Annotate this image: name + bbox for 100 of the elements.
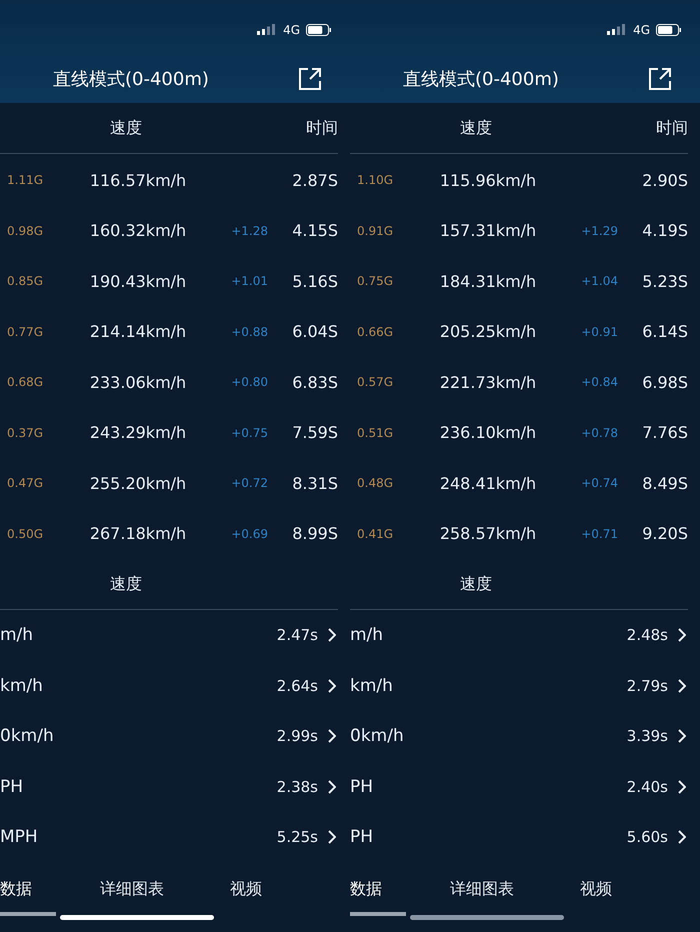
- tab[interactable]: 详细图表: [450, 872, 514, 916]
- g-force-value: 0.91G: [357, 224, 394, 238]
- speed-value: 258.57km/h: [438, 524, 538, 544]
- time-delta: +1.04: [581, 274, 618, 288]
- speed-value: 221.73km/h: [438, 372, 538, 392]
- chevron-right-icon[interactable]: [328, 729, 336, 744]
- time-value: 2.90S: [641, 170, 688, 190]
- share-icon[interactable]: [648, 67, 672, 91]
- g-force-value: 0.51G: [357, 426, 394, 440]
- split-label: PH: [350, 827, 374, 848]
- speed-value: 157.31km/h: [438, 221, 538, 240]
- g-force-value: 0.47G: [7, 476, 44, 490]
- speed-value: 243.29km/h: [88, 423, 188, 442]
- split-label: 0km/h: [350, 726, 404, 746]
- g-force-value: 0.77G: [7, 324, 44, 339]
- time-delta: +0.78: [581, 426, 618, 440]
- g-force-value: 0.48G: [357, 476, 394, 490]
- g-force-value: 1.10G: [357, 173, 394, 188]
- split-time: 2.48s: [626, 626, 668, 644]
- chevron-right-icon[interactable]: [678, 678, 686, 693]
- split-time: 2.99s: [276, 727, 318, 746]
- speed-value: 115.96km/h: [438, 170, 538, 190]
- time-delta: +0.74: [581, 476, 618, 490]
- g-force-value: 0.37G: [7, 426, 44, 440]
- battery-icon: [656, 24, 682, 36]
- split-label: 0km/h: [0, 726, 54, 746]
- time-delta: +0.75: [231, 426, 268, 440]
- split-label: km/h: [0, 676, 43, 696]
- g-force-value: 1.11G: [7, 173, 44, 188]
- g-force-value: 0.50G: [7, 526, 44, 541]
- tab[interactable]: 详细图表: [100, 872, 164, 916]
- tab[interactable]: 视频: [580, 872, 612, 916]
- column-header: 时间: [306, 118, 338, 138]
- time-delta: +0.71: [581, 526, 618, 541]
- speed-value: 214.14km/h: [88, 322, 188, 342]
- g-force-value: 0.66G: [357, 324, 394, 339]
- split-label: MPH: [0, 827, 38, 848]
- time-value: 6.04S: [291, 322, 338, 342]
- chevron-right-icon[interactable]: [328, 628, 336, 642]
- speed-value: 116.57km/h: [88, 170, 188, 190]
- time-value: 4.19S: [641, 221, 688, 240]
- g-force-value: 0.98G: [7, 224, 44, 238]
- chevron-right-icon[interactable]: [678, 729, 686, 744]
- time-value: 5.23S: [641, 272, 688, 291]
- time-delta: +0.72: [231, 476, 268, 490]
- chevron-right-icon[interactable]: [328, 780, 336, 794]
- speed-value: 267.18km/h: [88, 524, 188, 544]
- time-delta: +0.80: [231, 375, 268, 390]
- chevron-right-icon[interactable]: [328, 830, 336, 844]
- time-delta: +0.91: [581, 324, 618, 339]
- share-icon[interactable]: [298, 67, 322, 91]
- speed-value: 248.41km/h: [438, 474, 538, 493]
- section-header: 速度: [460, 574, 492, 594]
- chevron-right-icon[interactable]: [328, 678, 336, 693]
- column-header: 速度: [110, 118, 142, 138]
- g-force-value: 0.57G: [357, 375, 394, 390]
- time-value: 5.16S: [291, 272, 338, 291]
- time-delta: +0.84: [581, 375, 618, 390]
- split-label: km/h: [350, 676, 393, 696]
- split-time: 2.64s: [276, 676, 318, 695]
- split-time: 3.39s: [626, 727, 668, 746]
- screen-title: 直线模式(0-400m): [403, 68, 559, 91]
- signal-icon: [607, 24, 628, 35]
- g-force-value: 0.68G: [7, 375, 44, 390]
- speed-value: 255.20km/h: [88, 474, 188, 493]
- chevron-right-icon[interactable]: [678, 830, 686, 844]
- time-delta: +0.88: [231, 324, 268, 339]
- speed-value: 190.43km/h: [88, 272, 188, 291]
- g-force-value: 0.75G: [357, 274, 394, 288]
- chevron-right-icon[interactable]: [678, 628, 686, 642]
- split-time: 2.79s: [626, 676, 668, 695]
- time-value: 8.99S: [291, 524, 338, 544]
- g-force-value: 0.85G: [7, 274, 44, 288]
- screen-title: 直线模式(0-400m): [53, 68, 209, 91]
- time-delta: +0.69: [231, 526, 268, 541]
- tab[interactable]: 数据: [0, 872, 56, 916]
- split-time: 2.40s: [626, 778, 668, 796]
- time-value: 7.59S: [291, 423, 338, 442]
- time-value: 6.14S: [641, 322, 688, 342]
- time-value: 4.15S: [291, 221, 338, 240]
- split-time: 5.60s: [626, 828, 668, 846]
- column-header: 时间: [656, 118, 688, 138]
- split-time: 2.38s: [276, 778, 318, 796]
- split-label: PH: [350, 776, 374, 797]
- time-delta: +1.29: [581, 224, 618, 238]
- split-label: m/h: [350, 625, 384, 646]
- time-value: 2.87S: [291, 170, 338, 190]
- time-value: 7.76S: [641, 423, 688, 442]
- speed-value: 233.06km/h: [88, 372, 188, 392]
- time-value: 6.98S: [641, 372, 688, 392]
- tab[interactable]: 视频: [230, 872, 262, 916]
- split-label: m/h: [0, 625, 34, 646]
- speed-value: 236.10km/h: [438, 423, 538, 442]
- battery-icon: [306, 24, 332, 36]
- time-delta: +1.01: [231, 274, 268, 288]
- network-label: 4G: [283, 22, 300, 36]
- time-value: 8.31S: [291, 474, 338, 493]
- chevron-right-icon[interactable]: [678, 780, 686, 794]
- speed-value: 160.32km/h: [88, 221, 188, 240]
- tab[interactable]: 数据: [350, 872, 406, 916]
